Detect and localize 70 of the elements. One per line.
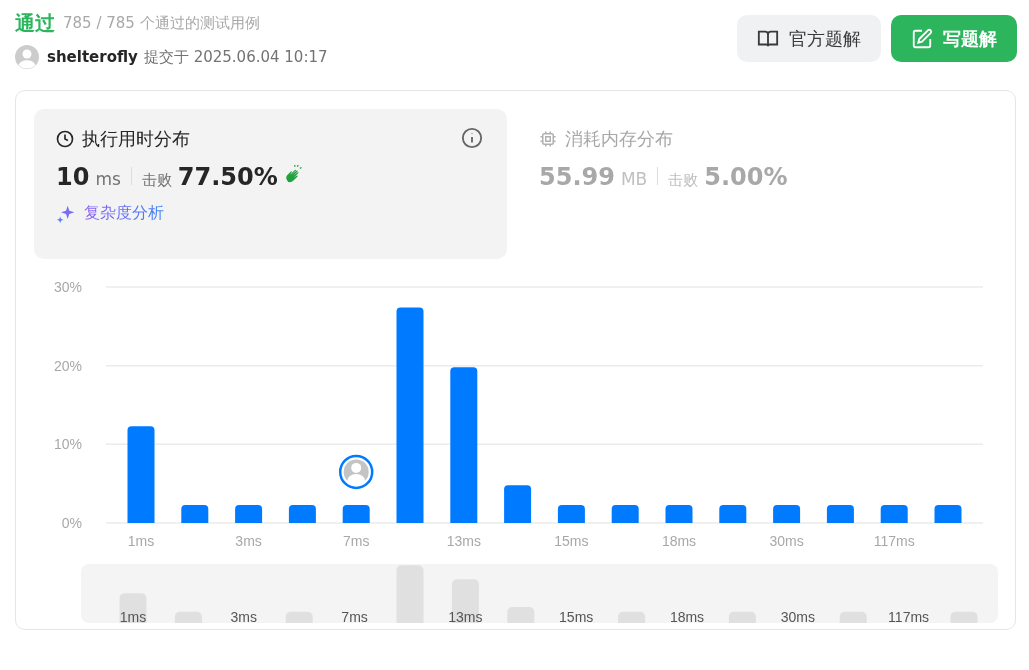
bar[interactable] xyxy=(934,504,962,523)
bar[interactable] xyxy=(342,504,370,523)
overview-bar xyxy=(507,607,535,623)
overview-bar xyxy=(174,611,202,623)
sparkle-icon xyxy=(56,203,76,224)
bar[interactable] xyxy=(773,504,801,523)
overview-bar xyxy=(618,611,646,623)
overview-label: 18ms xyxy=(669,609,705,623)
bar[interactable] xyxy=(719,504,747,523)
overview-label: 7ms xyxy=(341,609,368,623)
x-axis-label: 1ms xyxy=(127,533,155,549)
x-axis-label: 3ms xyxy=(235,533,262,549)
bar[interactable] xyxy=(557,504,585,523)
panel-title: 消耗内存分布 xyxy=(565,127,673,151)
user-avatar-marker xyxy=(338,454,374,490)
y-axis-label: 20% xyxy=(53,357,82,374)
status-label: 通过 xyxy=(15,10,55,37)
bar[interactable] xyxy=(880,504,908,523)
bar[interactable] xyxy=(288,504,316,523)
x-axis-label: 7ms xyxy=(342,533,370,549)
bar[interactable] xyxy=(450,367,478,523)
official-solution-button[interactable]: 官方题解 xyxy=(737,15,881,62)
bar[interactable] xyxy=(665,504,693,523)
x-axis-label: 13ms xyxy=(446,533,481,549)
overview-label: 30ms xyxy=(780,609,815,623)
bar[interactable] xyxy=(127,426,155,523)
bar[interactable] xyxy=(235,504,263,523)
bar[interactable] xyxy=(396,307,424,523)
overview-label: 3ms xyxy=(230,609,258,623)
bar[interactable] xyxy=(826,504,854,523)
info-icon[interactable] xyxy=(461,127,483,149)
overview-label: 1ms xyxy=(119,609,147,623)
edit-icon xyxy=(911,27,933,50)
stat-unit: MB xyxy=(620,169,648,189)
bar[interactable] xyxy=(181,504,209,523)
overview-label: 15ms xyxy=(559,609,594,623)
y-axis-label: 0% xyxy=(61,515,82,531)
avatar-icon xyxy=(15,45,39,69)
clock-icon xyxy=(56,130,74,148)
y-axis-label: 10% xyxy=(53,436,82,453)
overview-label: 117ms xyxy=(888,609,930,623)
overview-bar xyxy=(728,611,756,623)
chart-overview[interactable]: 1ms 3ms 7ms 13ms 15ms 18ms 30ms 117ms xyxy=(81,564,998,623)
bar[interactable] xyxy=(611,504,639,523)
overview-label: 13ms xyxy=(448,609,483,623)
overview-bar xyxy=(950,611,978,623)
beat-label: 击败 xyxy=(141,171,172,190)
stat-unit: ms xyxy=(95,169,121,189)
x-axis-label: 15ms xyxy=(554,533,589,549)
stat-value: 55.99 xyxy=(539,163,615,191)
panel-title: 执行用时分布 xyxy=(82,127,190,151)
overview-bar xyxy=(285,611,313,623)
beat-percent: 77.50% xyxy=(177,163,278,191)
bar[interactable] xyxy=(504,485,532,523)
username[interactable]: shelterofly xyxy=(47,48,138,66)
beat-percent: 5.00% xyxy=(704,163,788,191)
overview-bar xyxy=(396,565,424,623)
stat-value: 10 xyxy=(56,163,90,191)
y-axis-label: 30% xyxy=(53,279,82,295)
test-count: 785 / 785 个通过的测试用例 xyxy=(63,14,260,33)
clapping-hands-icon xyxy=(283,165,304,185)
submitted-time: 提交于 2025.06.04 10:17 xyxy=(143,47,328,67)
x-axis-label: 18ms xyxy=(661,533,697,549)
overview-bar xyxy=(839,611,867,623)
x-axis-label: 117ms xyxy=(873,533,915,549)
overview-bar xyxy=(119,593,147,623)
chip-icon xyxy=(539,130,557,148)
stat-panel[interactable]: 执行用时分布 10 ms 击败 77.50% 复杂度分析 xyxy=(34,109,507,259)
beat-label: 击败 xyxy=(668,171,699,190)
x-axis-label: 30ms xyxy=(769,533,804,549)
